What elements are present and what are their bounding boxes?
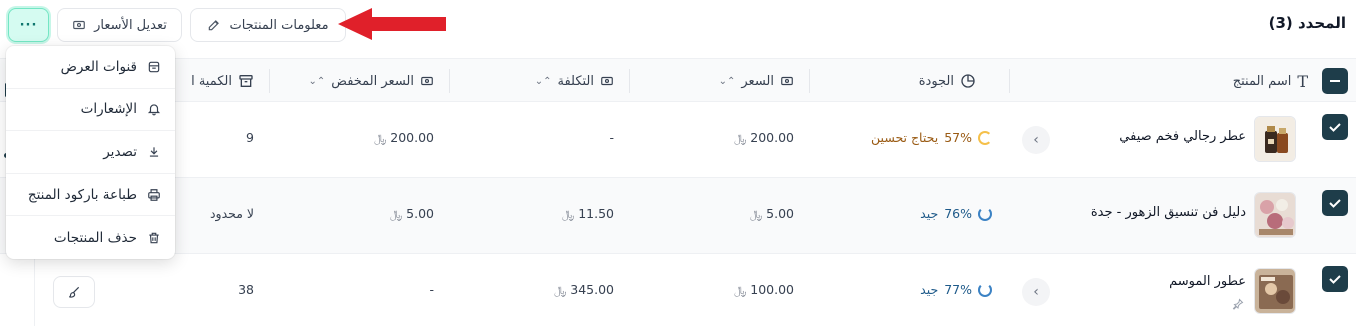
toolbar: المحدد (3) معلومات المنتجات تعديل الأسعا… <box>0 0 1356 50</box>
quality-indicator: 57% يحتاج تحسين <box>871 130 992 145</box>
printer-icon <box>147 188 161 202</box>
money-icon <box>420 74 434 88</box>
selected-count-label: المحدد (3) <box>1268 14 1346 32</box>
progress-ring-icon <box>978 130 992 145</box>
download-icon <box>147 145 161 159</box>
brush-action-button[interactable] <box>53 276 95 308</box>
chevron-left-icon[interactable]: ‹ <box>1022 278 1050 306</box>
menu-item-label: حذف المنتجات <box>53 229 137 246</box>
sort-icon: ⌃⌄ <box>718 75 736 87</box>
product-info-button[interactable]: معلومات المنتجات <box>190 8 346 42</box>
column-header-quantity[interactable]: الكمية ا <box>191 59 254 103</box>
menu-item-sales-channels[interactable]: قنوات العرض <box>6 46 175 89</box>
pin-icon[interactable] <box>1232 298 1244 310</box>
table-header: T اسم المنتج الجودة السعر ⌃⌄ التكلفة ⌃⌄ <box>0 58 1356 102</box>
column-divider <box>809 69 810 93</box>
quality-percent: 77% <box>944 282 972 297</box>
column-header-cost[interactable]: التكلفة ⌃⌄ <box>535 59 614 103</box>
price-cell[interactable]: 100.00 ﷼ <box>734 282 794 298</box>
column-header-quantity-label: الكمية ا <box>191 73 232 89</box>
sort-icon: ⌃⌄ <box>308 75 326 87</box>
select-all-checkbox[interactable] <box>1322 68 1348 94</box>
quantity-cell[interactable]: لا محدود <box>210 206 254 221</box>
money-icon <box>780 74 794 88</box>
product-thumbnail[interactable] <box>1254 192 1296 238</box>
discount-price-cell[interactable]: - <box>429 282 434 297</box>
menu-item-label: تصدير <box>103 143 137 160</box>
pencil-icon <box>207 18 221 32</box>
price-cell[interactable]: 5.00 ﷼ <box>750 206 794 222</box>
table-row[interactable]: عطر رجالي فخم صيفي ‹ 57% يحتاج تحسين 200… <box>0 102 1356 178</box>
quantity-cell[interactable]: 9 <box>246 130 254 145</box>
column-divider <box>629 69 630 93</box>
column-header-name-label: اسم المنتج <box>1232 73 1292 89</box>
quality-label: جيد <box>920 206 939 221</box>
pie-chart-icon <box>960 73 976 89</box>
column-header-quality-label: الجودة <box>918 73 954 89</box>
text-type-icon: T <box>1297 71 1308 91</box>
menu-item-label: قنوات العرض <box>60 58 137 75</box>
menu-item-print-barcode[interactable]: طباعة باركود المنتج <box>6 174 175 217</box>
column-divider <box>269 69 270 93</box>
quality-indicator: 76% جيد <box>920 206 992 221</box>
quality-indicator: 77% جيد <box>920 282 992 297</box>
column-divider <box>449 69 450 93</box>
money-icon <box>600 74 614 88</box>
row-checkbox[interactable] <box>1322 114 1348 140</box>
menu-item-label: طباعة باركود المنتج <box>27 186 137 203</box>
quality-label: جيد <box>920 282 939 297</box>
annotation-arrow-icon <box>338 8 446 40</box>
product-thumbnail[interactable] <box>1254 268 1296 314</box>
column-header-name[interactable]: T اسم المنتج <box>1233 59 1308 103</box>
store-icon <box>147 60 161 74</box>
menu-item-delete-products[interactable]: حذف المنتجات <box>6 216 175 259</box>
chevron-left-icon[interactable]: ‹ <box>1022 126 1050 154</box>
column-divider <box>1009 69 1010 93</box>
column-header-discount-price-label: السعر المخفض <box>331 73 414 89</box>
discount-price-cell[interactable]: 200.00 ﷼ <box>374 130 434 146</box>
product-name[interactable]: دليل فن تنسيق الزهور - جدة <box>1091 205 1246 220</box>
column-header-price[interactable]: السعر ⌃⌄ <box>719 59 794 103</box>
cost-cell[interactable]: 11.50 ﷼ <box>562 206 614 222</box>
row-checkbox[interactable] <box>1322 190 1348 216</box>
table-row[interactable]: عطور الموسم ‹ 77% جيد 100.00 ﷼ 345.00 ﷼ … <box>0 254 1356 326</box>
money-icon <box>72 18 86 32</box>
quality-label: يحتاج تحسين <box>871 130 939 145</box>
box-icon <box>238 73 254 89</box>
quality-percent: 57% <box>944 130 972 145</box>
progress-ring-icon <box>978 206 992 221</box>
progress-ring-icon <box>978 282 992 297</box>
column-header-discount-price[interactable]: السعر المخفض ⌃⌄ <box>309 59 435 103</box>
quality-percent: 76% <box>944 206 972 221</box>
product-thumbnail[interactable] <box>1254 116 1296 162</box>
more-options-button[interactable]: ··· <box>8 8 49 42</box>
product-info-label: معلومات المنتجات <box>229 17 329 33</box>
menu-item-label: الإشعارات <box>80 101 137 118</box>
brush-icon <box>67 285 81 299</box>
column-header-quality[interactable]: الجودة <box>919 59 976 103</box>
sort-icon: ⌃⌄ <box>534 75 552 87</box>
edit-prices-button[interactable]: تعديل الأسعار <box>57 8 182 42</box>
column-header-cost-label: التكلفة <box>557 73 594 89</box>
discount-price-cell[interactable]: 5.00 ﷼ <box>390 206 434 222</box>
cost-cell[interactable]: 345.00 ﷼ <box>554 282 614 298</box>
more-options-menu: قنوات العرض الإشعارات تصدير طباعة باركود… <box>6 46 175 259</box>
table-row[interactable]: دليل فن تنسيق الزهور - جدة 76% جيد 5.00 … <box>0 178 1356 254</box>
row-checkbox[interactable] <box>1322 266 1348 292</box>
menu-item-notifications[interactable]: الإشعارات <box>6 89 175 132</box>
quantity-cell[interactable]: 38 <box>238 282 254 297</box>
product-name[interactable]: عطر رجالي فخم صيفي <box>1119 129 1246 144</box>
column-header-price-label: السعر <box>741 73 774 89</box>
bell-icon <box>147 102 161 116</box>
menu-item-export[interactable]: تصدير <box>6 131 175 174</box>
price-cell[interactable]: 200.00 ﷼ <box>734 130 794 146</box>
product-name[interactable]: عطور الموسم <box>1169 274 1246 289</box>
edit-prices-label: تعديل الأسعار <box>94 17 167 33</box>
trash-icon <box>147 231 161 245</box>
cost-cell[interactable]: - <box>609 130 614 145</box>
